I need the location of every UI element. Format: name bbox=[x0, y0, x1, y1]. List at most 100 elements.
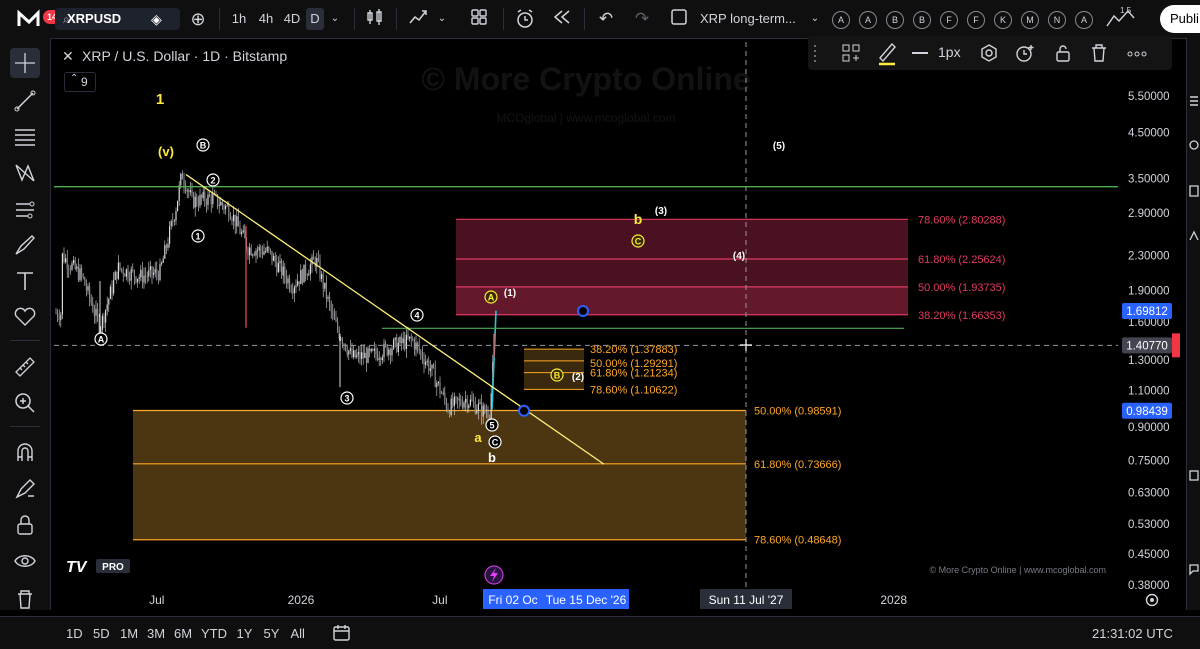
more-options-icon[interactable] bbox=[1126, 42, 1148, 64]
fib-mid-label: 38.20% (1.37883) bbox=[590, 344, 677, 356]
price-candle bbox=[489, 417, 491, 419]
price-axis-tick: 3.50000 bbox=[1128, 174, 1170, 186]
price-candle bbox=[119, 262, 121, 269]
price-candle bbox=[465, 398, 467, 403]
price-candle bbox=[124, 274, 126, 277]
lock-icon[interactable] bbox=[1052, 42, 1074, 64]
price-candle bbox=[329, 296, 331, 304]
price-candle bbox=[421, 352, 423, 360]
price-candle bbox=[233, 214, 235, 222]
price-candle bbox=[364, 352, 366, 359]
price-candle bbox=[178, 185, 180, 201]
price-candle bbox=[335, 319, 337, 322]
watermark-main: © More Crypto Online bbox=[421, 61, 750, 97]
price-candle bbox=[212, 194, 214, 205]
price-candle bbox=[108, 298, 110, 305]
trash-icon[interactable] bbox=[1088, 42, 1110, 64]
price-candle bbox=[407, 334, 409, 339]
price-candle bbox=[196, 196, 198, 204]
wave-label-3-paren: (3) bbox=[655, 206, 667, 217]
price-candle bbox=[308, 274, 310, 276]
range-button-5y[interactable]: 5Y bbox=[264, 626, 280, 641]
line-color-pencil-icon[interactable] bbox=[876, 40, 898, 66]
line-width-icon[interactable] bbox=[912, 52, 928, 54]
price-candle bbox=[229, 217, 231, 220]
fib-lower-label: 61.80% (0.73666) bbox=[754, 459, 841, 471]
price-candle bbox=[426, 360, 428, 363]
price-candle bbox=[87, 286, 89, 291]
price-candle bbox=[237, 216, 239, 227]
watermark-footer: © More Crypto Online | www.mcoglobal.com bbox=[929, 565, 1106, 575]
price-axis-tick: 2.30000 bbox=[1128, 251, 1170, 263]
indicators-toggle[interactable]: ⌃ 9 bbox=[64, 72, 96, 92]
range-button-ytd[interactable]: YTD bbox=[201, 626, 227, 641]
price-candle bbox=[199, 195, 201, 206]
price-candle bbox=[332, 311, 334, 314]
price-candle bbox=[170, 221, 172, 227]
price-candle bbox=[113, 279, 115, 294]
price-alert-marker bbox=[1172, 333, 1180, 358]
time-axis-tick: Jul bbox=[432, 593, 447, 607]
range-button-1d[interactable]: 1D bbox=[66, 626, 83, 641]
go-to-date-calendar-icon[interactable] bbox=[332, 624, 352, 642]
add-alert-icon[interactable] bbox=[1014, 42, 1036, 64]
price-candle bbox=[172, 221, 174, 222]
price-chart[interactable]: © More Crypto Online MCOglobal | www.mcog… bbox=[0, 0, 1200, 648]
price-candle bbox=[405, 334, 407, 349]
price-candle bbox=[452, 398, 454, 406]
price-candle bbox=[165, 245, 167, 248]
drag-handle-icon[interactable] bbox=[812, 42, 818, 64]
wave-label-a: a bbox=[474, 430, 482, 445]
price-candle bbox=[265, 251, 267, 252]
price-candle bbox=[253, 254, 255, 256]
templates-icon[interactable] bbox=[840, 42, 862, 64]
price-candle bbox=[373, 349, 375, 351]
line-width-label[interactable]: 1px bbox=[938, 44, 961, 60]
watermark-sub: MCOglobal | www.mcoglobal.com bbox=[496, 111, 675, 125]
range-button-6m[interactable]: 6M bbox=[174, 626, 192, 641]
time-label-end: Tue 15 Dec '26 bbox=[546, 593, 627, 607]
price-candle bbox=[343, 343, 345, 345]
range-button-1m[interactable]: 1M bbox=[120, 626, 138, 641]
price-candle bbox=[348, 350, 350, 355]
price-candle bbox=[450, 398, 452, 416]
price-candle bbox=[425, 362, 427, 365]
price-candle bbox=[109, 286, 111, 299]
price-candle bbox=[479, 402, 481, 404]
price-axis-tick: 0.63000 bbox=[1128, 487, 1170, 499]
wave-circle-2: 2 bbox=[210, 176, 215, 186]
wave-label-1: 1 bbox=[156, 91, 164, 108]
price-candle bbox=[273, 255, 275, 261]
price-candle bbox=[85, 285, 87, 291]
price-candle bbox=[111, 286, 113, 294]
price-candle bbox=[412, 338, 414, 340]
price-candle bbox=[372, 349, 374, 351]
price-candle bbox=[73, 259, 75, 264]
price-candle bbox=[157, 273, 159, 281]
price-candle bbox=[249, 247, 251, 256]
price-candle bbox=[247, 248, 249, 256]
range-button-1y[interactable]: 1Y bbox=[237, 626, 253, 641]
range-button-all[interactable]: All bbox=[291, 626, 305, 641]
price-candle bbox=[282, 266, 284, 276]
range-button-5d[interactable]: 5D bbox=[93, 626, 110, 641]
price-candle bbox=[276, 261, 278, 273]
price-candle bbox=[90, 298, 92, 304]
price-candle bbox=[436, 382, 438, 388]
price-candle bbox=[146, 276, 148, 277]
settings-gear-icon[interactable] bbox=[978, 42, 1000, 64]
price-candle bbox=[201, 195, 203, 199]
price-candle bbox=[357, 351, 359, 355]
price-candle bbox=[193, 193, 195, 208]
legend-close-icon[interactable]: ✕ bbox=[62, 48, 74, 65]
price-candle bbox=[164, 245, 166, 259]
price-candle bbox=[105, 310, 107, 323]
price-candle bbox=[63, 253, 65, 263]
price-candle bbox=[468, 405, 470, 409]
utc-clock[interactable]: 21:31:02 UTC bbox=[1092, 626, 1173, 641]
price-candle bbox=[125, 269, 127, 277]
price-candle bbox=[391, 348, 393, 356]
range-button-3m[interactable]: 3M bbox=[147, 626, 165, 641]
price-candle bbox=[221, 201, 223, 206]
price-candle bbox=[365, 352, 367, 363]
